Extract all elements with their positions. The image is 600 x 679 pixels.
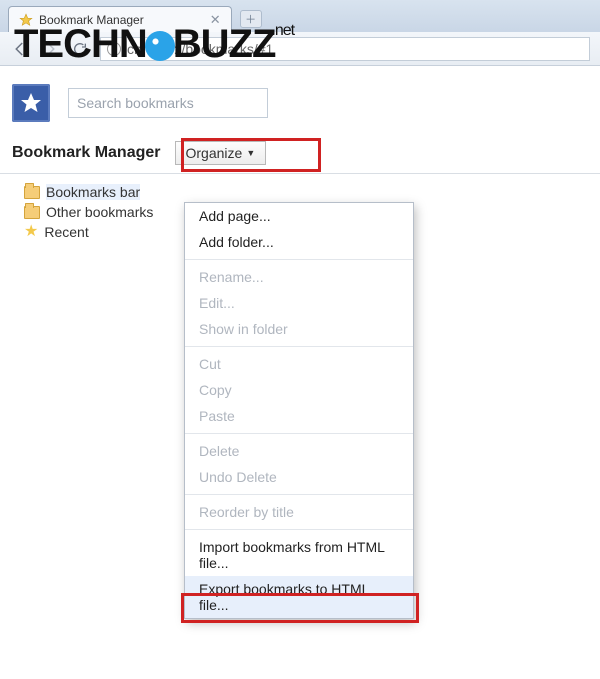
browser-navbar: chrome://bookmarks/#1 (0, 32, 600, 66)
sidebar-item-other-bookmarks[interactable]: Other bookmarks (20, 202, 180, 222)
menu-item-delete: Delete (185, 438, 413, 464)
menu-separator (185, 346, 413, 347)
menu-separator (185, 433, 413, 434)
menu-item-add-folder[interactable]: Add folder... (185, 229, 413, 255)
bookmark-toolbar: Bookmark Manager Organize ▼ (0, 138, 600, 174)
menu-item-undo-delete: Undo Delete (185, 464, 413, 490)
organize-dropdown-menu: Add page... Add folder... Rename... Edit… (184, 202, 414, 619)
reload-button[interactable] (70, 39, 90, 59)
menu-item-show-in-folder: Show in folder (185, 316, 413, 342)
folder-icon (24, 186, 40, 199)
menu-item-import-html[interactable]: Import bookmarks from HTML file... (185, 534, 413, 576)
menu-separator (185, 259, 413, 260)
forward-button[interactable] (40, 39, 60, 59)
sidebar-item-label: Recent (44, 224, 88, 240)
bookmark-star-logo (12, 84, 50, 122)
menu-item-rename: Rename... (185, 264, 413, 290)
search-input[interactable]: Search bookmarks (68, 88, 268, 118)
bookmark-header: Search bookmarks (0, 66, 600, 138)
menu-separator (185, 494, 413, 495)
close-icon[interactable]: ✕ (210, 12, 221, 28)
back-button[interactable] (10, 39, 30, 59)
star-icon: ★ (24, 224, 38, 240)
menu-item-edit: Edit... (185, 290, 413, 316)
organize-label: Organize (186, 145, 243, 161)
page-title: Bookmark Manager (12, 144, 161, 162)
tab-title: Bookmark Manager (39, 13, 144, 27)
menu-item-export-html[interactable]: Export bookmarks to HTML file... (185, 576, 413, 618)
browser-tab[interactable]: Bookmark Manager ✕ (8, 6, 232, 32)
menu-item-add-page[interactable]: Add page... (185, 203, 413, 229)
menu-separator (185, 529, 413, 530)
globe-icon (107, 42, 121, 56)
search-placeholder: Search bookmarks (77, 95, 194, 111)
sidebar-item-recent[interactable]: ★ Recent (20, 222, 180, 242)
sidebar-item-label: Bookmarks bar (46, 184, 140, 200)
star-icon (19, 13, 33, 27)
sidebar-item-label: Other bookmarks (46, 204, 153, 220)
browser-tab-bar: Bookmark Manager ✕ ＋ (0, 0, 600, 32)
organize-menu-button[interactable]: Organize ▼ (175, 141, 267, 165)
url-text: chrome://bookmarks/#1 (127, 41, 273, 57)
menu-item-reorder: Reorder by title (185, 499, 413, 525)
new-tab-button[interactable]: ＋ (240, 10, 262, 28)
sidebar-item-bookmarks-bar[interactable]: Bookmarks bar (20, 182, 180, 202)
menu-item-cut: Cut (185, 351, 413, 377)
bookmark-sidebar: Bookmarks bar Other bookmarks ★ Recent (0, 174, 180, 242)
chevron-down-icon: ▼ (246, 148, 255, 158)
menu-item-copy: Copy (185, 377, 413, 403)
menu-item-paste: Paste (185, 403, 413, 429)
address-bar[interactable]: chrome://bookmarks/#1 (100, 37, 590, 61)
folder-icon (24, 206, 40, 219)
